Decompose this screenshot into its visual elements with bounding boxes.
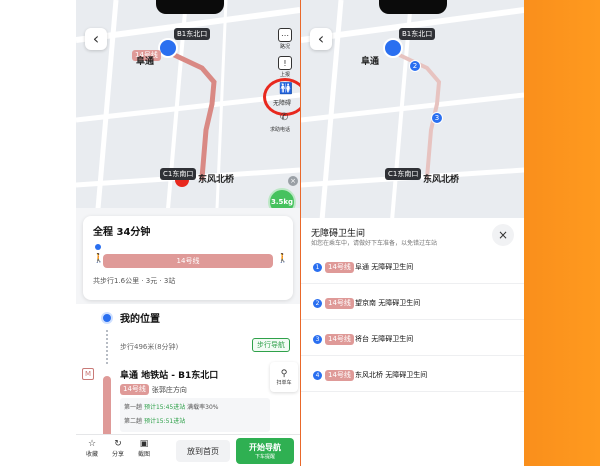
screenshot-stage: ‹ B1东北口 14号线 阜通 C1东南口 东风北桥 ⋯ 路况 ! 上报 🚻 无…: [0, 0, 600, 466]
start-navigation-button[interactable]: 开始导航 下车提醒: [236, 438, 294, 464]
help-phone-label: 求助电话: [270, 127, 291, 133]
walk-end-icon: 🚶: [277, 254, 289, 264]
map-entrance-tag-top: B1东北口: [174, 28, 211, 40]
list-item[interactable]: 2 14号线 望京南 无障碍卫生间: [301, 290, 524, 320]
list-item[interactable]: 3 14号线 将台 无障碍卫生间: [301, 326, 524, 356]
map-entrance-tag-bottom: C1东南口: [160, 168, 197, 180]
metro-icon: M: [82, 368, 94, 380]
list-item[interactable]: 4 14号线 东风北桥 无障碍卫生间: [301, 362, 524, 392]
left-phone-screen: ‹ B1东北口 14号线 阜通 C1东南口 东风北桥 ⋯ 路况 ! 上报 🚻 无…: [76, 0, 300, 466]
phone-notch: [156, 0, 224, 14]
line-14-pill: 14号线: [325, 370, 354, 381]
item-number: 3: [313, 335, 322, 344]
my-location-label: 我的位置: [120, 314, 160, 325]
pin-home-button[interactable]: 放到首页: [176, 440, 230, 462]
scan-bike-label: 扫单车: [276, 379, 292, 386]
back-arrow-icon: ‹: [92, 29, 100, 48]
share-icon: ↻: [114, 439, 122, 449]
origin-dot-icon: [95, 244, 101, 250]
facility-marker-3[interactable]: 3: [431, 112, 443, 124]
back-button[interactable]: ‹: [85, 28, 107, 50]
share-button[interactable]: ↻ 分享: [108, 439, 128, 458]
favorite-button[interactable]: ☆ 收藏: [82, 439, 102, 458]
direction-row: 14号线 张郭庄方向: [120, 384, 187, 395]
train-row-1: 第一趟 预计15:45进站 满载率30%: [124, 402, 219, 411]
facility-name: 东风北桥 无障碍卫生间: [355, 371, 428, 379]
image-icon: ▣: [139, 439, 149, 449]
route-sheet: 全程 34分钟 🚶 14号线 🚶 共步行1.6公里 · 3元 · 3站 我的位置…: [76, 208, 300, 466]
line-14-pill: 14号线: [325, 334, 354, 345]
bottom-action-bar: ☆ 收藏 ↻ 分享 ▣ 截图 放到首页 开始导航 下车提醒: [76, 434, 300, 466]
facility-name: 阜通 无障碍卫生间: [355, 263, 414, 271]
star-icon: ☆: [87, 439, 97, 449]
phone-icon[interactable]: ✆: [280, 112, 288, 123]
share-label: 分享: [111, 451, 124, 458]
route-steps: 我的位置 步行496米(8分钟) 步行导航 M 阜通 地铁站 - B1东北口 1…: [76, 304, 300, 456]
tool-traffic[interactable]: ⋯ 路况: [274, 28, 296, 50]
tool-traffic-label: 路况: [279, 44, 290, 50]
map-entrance-tag-bottom: C1东南口: [385, 168, 422, 180]
direction-text: 张郭庄方向: [151, 385, 187, 394]
accessible-toilet-label: 无障碍: [273, 100, 292, 107]
map-station-bottom-name: 东风北桥: [423, 175, 460, 185]
route-meta: 共步行1.6公里 · 3元 · 3站: [93, 277, 176, 285]
train-row-2: 第二趟 预计15:51进站: [124, 416, 185, 425]
train-row-label: 第二趟: [124, 418, 143, 425]
train-row-time: 预计15:51进站: [143, 418, 186, 425]
report-icon: !: [278, 56, 292, 70]
walk-dotted-line: [106, 330, 108, 364]
panel-subtitle: 如您在乘车中，请做好下车准备，以免错过车站: [311, 240, 438, 247]
train-row-label: 第一趟: [124, 404, 143, 411]
accessible-toilet-panel: 无障碍卫生间 如您在乘车中，请做好下车准备，以免错过车站 × 1 14号线 阜通…: [301, 218, 524, 466]
line-14-pill: 14号线: [325, 262, 354, 273]
phone-notch: [379, 0, 447, 14]
walk-nav-button[interactable]: 步行导航: [252, 338, 290, 352]
item-number: 4: [313, 371, 322, 380]
map-entrance-tag-top: B1东北口: [399, 28, 436, 40]
close-icon: ×: [497, 228, 509, 242]
map-station-bottom-name: 东风北桥: [198, 175, 235, 185]
facility-name: 将台 无障碍卫生间: [355, 335, 414, 343]
close-button[interactable]: ×: [492, 224, 514, 246]
back-button[interactable]: ‹: [310, 28, 332, 50]
back-arrow-icon: ‹: [317, 29, 325, 48]
close-icon[interactable]: ×: [288, 176, 298, 186]
tool-report-label: 上报: [279, 72, 290, 78]
bike-icon: ⚲: [280, 368, 288, 379]
map-station-top-name: 阜通: [136, 57, 155, 67]
my-location-dot-icon: [101, 312, 113, 324]
alight-reminder-label: 下车提醒: [254, 454, 275, 460]
route-map[interactable]: ‹ B1东北口 14号线 阜通 C1东南口 东风北桥 ⋯ 路况 ! 上报 🚻 无…: [76, 0, 300, 232]
scan-bike-button[interactable]: ⚲ 扫单车: [270, 362, 298, 392]
boarding-station: 阜通 地铁站 - B1东北口: [120, 371, 219, 381]
start-navigation-label: 开始导航: [249, 443, 281, 452]
facility-map[interactable]: ‹ B1东北口 阜通 2 3 C1东南口 东风北桥: [301, 0, 524, 232]
route-line-bar: 14号线: [103, 254, 273, 268]
line-14-pill: 14号线: [120, 384, 149, 395]
screenshot-label: 截图: [137, 451, 150, 458]
route-summary-card[interactable]: 全程 34分钟 🚶 14号线 🚶 共步行1.6公里 · 3元 · 3站: [83, 216, 293, 300]
accessible-toilet-icon[interactable]: 🚻: [279, 82, 293, 95]
ellipsis-icon: ⋯: [278, 28, 292, 42]
item-number: 2: [313, 299, 322, 308]
list-item[interactable]: 1 14号线 阜通 无障碍卫生间: [301, 254, 524, 284]
train-row-crowd: 满载率30%: [187, 404, 219, 411]
facility-name: 望京南 无障碍卫生间: [355, 299, 421, 307]
item-number: 1: [313, 263, 322, 272]
right-phone-screen: ‹ B1东北口 阜通 2 3 C1东南口 东风北桥 无障碍卫生间 如您在乘车中，…: [301, 0, 524, 466]
line-14-pill: 14号线: [325, 298, 354, 309]
favorite-label: 收藏: [85, 451, 98, 458]
screenshot-button[interactable]: ▣ 截图: [134, 439, 154, 458]
tool-report[interactable]: ! 上报: [274, 56, 296, 78]
facility-marker-2[interactable]: 2: [409, 60, 421, 72]
map-side-tools: ⋯ 路况 ! 上报: [274, 28, 296, 78]
route-duration: 全程 34分钟: [93, 227, 151, 238]
map-station-top-name: 阜通: [361, 57, 380, 67]
train-times: 第一趟 预计15:45进站 满载率30% 第二趟 预计15:51进站: [120, 398, 270, 432]
train-row-time: 预计15:45进站: [143, 404, 186, 411]
walk-distance: 步行496米(8分钟): [120, 343, 179, 351]
